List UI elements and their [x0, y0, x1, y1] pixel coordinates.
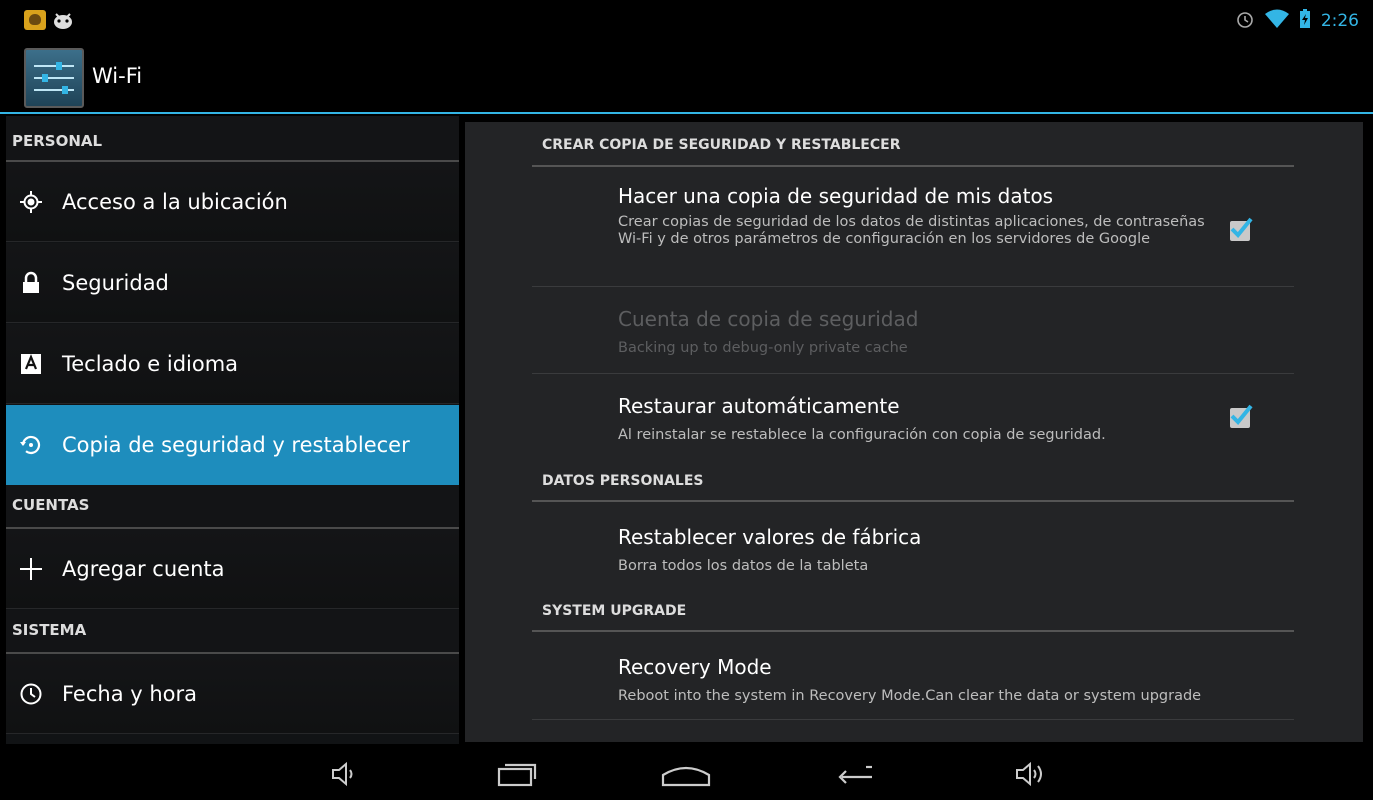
setting-title: Cuenta de copia de seguridad: [618, 307, 919, 331]
setting-backup-my-data[interactable]: Hacer una copia de seguridad de mis dato…: [532, 167, 1294, 287]
action-bar-title: Wi-Fi: [92, 64, 143, 88]
keyboard-language-icon: [18, 351, 44, 377]
sidebar-item-add-account[interactable]: Agregar cuenta: [6, 529, 459, 609]
setting-summary: Al reinstalar se restablece la configura…: [618, 427, 1106, 443]
sidebar-header-accounts: CUENTAS: [6, 485, 459, 529]
setting-title: Recovery Mode: [618, 655, 772, 679]
setting-summary: Reboot into the system in Recovery Mode.…: [618, 688, 1202, 704]
status-icons: 2:26: [1235, 8, 1359, 34]
setting-summary: Borra todos los datos de la tableta: [618, 558, 869, 574]
app-notification-icon: [24, 10, 46, 30]
sidebar-item-label: Teclado e idioma: [62, 351, 239, 376]
android-debug-icon: [52, 10, 74, 30]
sidebar-header-personal: PERSONAL: [6, 116, 459, 162]
action-bar: Wi-Fi: [0, 40, 1373, 114]
checkmark-icon: [1230, 217, 1253, 238]
sidebar-item-keyboard-language[interactable]: Teclado e idioma: [6, 324, 459, 404]
sidebar-item-label: Copia de seguridad y restablecer: [62, 433, 410, 457]
sidebar-item-security[interactable]: Seguridad: [6, 243, 459, 323]
setting-title: Restablecer valores de fábrica: [618, 525, 922, 549]
sidebar-header-system: SISTEMA: [6, 610, 459, 654]
section-header-system-upgrade: SYSTEM UPGRADE: [532, 592, 1294, 632]
recent-apps-icon[interactable]: [487, 756, 547, 792]
settings-sidebar: PERSONAL Acceso a la ubicación Seguridad…: [6, 116, 459, 744]
clock-icon: [18, 681, 44, 707]
status-bar: 2:26: [0, 0, 1373, 40]
setting-title: Restaurar automáticamente: [618, 394, 900, 418]
setting-backup-account: Cuenta de copia de seguridad Backing up …: [532, 287, 1294, 374]
system-navigation-bar: [0, 748, 1373, 800]
checkmark-icon: [1230, 404, 1253, 425]
location-icon: [18, 189, 44, 215]
sidebar-item-location[interactable]: Acceso a la ubicación: [6, 162, 459, 242]
section-header-backup-reset: CREAR COPIA DE SEGURIDAD Y RESTABLECER: [532, 137, 1294, 167]
backup-restore-icon: [18, 432, 44, 458]
volume-up-icon[interactable]: [1000, 756, 1060, 792]
sidebar-item-label: Fecha y hora: [62, 681, 198, 706]
setting-factory-reset[interactable]: Restablecer valores de fábrica Borra tod…: [532, 502, 1294, 592]
plus-icon: [18, 556, 44, 582]
auto-restore-checkbox[interactable]: [1230, 404, 1253, 428]
sidebar-item-label: Agregar cuenta: [62, 556, 225, 581]
settings-sliders-icon[interactable]: [24, 48, 84, 108]
lock-icon: [18, 270, 44, 296]
back-icon[interactable]: [826, 756, 886, 792]
battery-charging-icon: [1299, 9, 1311, 33]
setting-auto-restore[interactable]: Restaurar automáticamente Al reinstalar …: [532, 374, 1294, 462]
section-header-personal-data: DATOS PERSONALES: [532, 462, 1294, 502]
home-icon[interactable]: [656, 756, 716, 792]
backup-data-checkbox[interactable]: [1230, 217, 1253, 241]
sidebar-item-label: Seguridad: [62, 270, 169, 295]
alarm-icon: [1235, 9, 1255, 33]
detail-pane: CREAR COPIA DE SEGURIDAD Y RESTABLECER H…: [465, 122, 1363, 742]
setting-summary: Crear copias de seguridad de los datos d…: [618, 214, 1205, 247]
sidebar-item-date-time[interactable]: Fecha y hora: [6, 654, 459, 734]
setting-recovery-mode[interactable]: Recovery Mode Reboot into the system in …: [532, 632, 1294, 720]
sidebar-item-backup-reset[interactable]: Copia de seguridad y restablecer: [6, 405, 459, 485]
sidebar-item-label: Acceso a la ubicación: [62, 189, 288, 214]
volume-down-icon[interactable]: [314, 756, 374, 792]
wifi-icon: [1264, 9, 1289, 33]
setting-summary: Backing up to debug-only private cache: [618, 340, 908, 356]
clock-time: 2:26: [1320, 11, 1359, 31]
setting-title: Hacer una copia de seguridad de mis dato…: [618, 184, 1054, 208]
